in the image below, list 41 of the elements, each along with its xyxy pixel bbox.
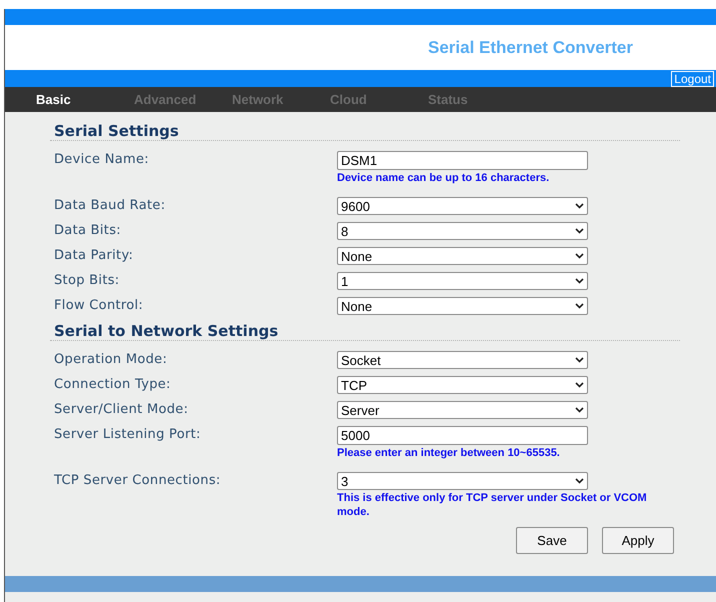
field-label: TCP Server Connections:: [54, 473, 221, 489]
field-label: Operation Mode:: [54, 352, 168, 368]
dropdown[interactable]: Server: [337, 401, 588, 419]
dropdown[interactable]: Socket: [337, 351, 588, 369]
chevron-down-icon: [575, 278, 584, 284]
hint-text: Device name can be up to 16 characters.: [337, 171, 550, 185]
dropdown[interactable]: 3: [337, 472, 588, 490]
field-label: Device Name:: [54, 152, 149, 168]
dropdown[interactable]: 9600: [337, 197, 588, 215]
field-label: Server/Client Mode:: [54, 402, 188, 418]
field-label: Stop Bits:: [54, 273, 120, 289]
hint-text: This is effective only for TCP server under Socket or VCOM mode.: [337, 491, 648, 519]
field-label: Server Listening Port:: [54, 427, 201, 443]
chevron-down-icon: [575, 303, 584, 309]
dropdown[interactable]: None: [337, 297, 588, 315]
chevron-down-icon: [575, 407, 584, 413]
field-label: Connection Type:: [54, 377, 171, 393]
chevron-down-icon: [575, 478, 584, 484]
chevron-down-icon: [575, 253, 584, 259]
text-field[interactable]: 5000: [337, 426, 588, 445]
chevron-down-icon: [575, 203, 584, 209]
section-heading: Serial Settings: [53, 122, 180, 140]
action-button[interactable]: Apply: [602, 527, 674, 554]
field-label: Data Baud Rate:: [54, 198, 166, 214]
text-field[interactable]: DSM1: [337, 151, 588, 170]
action-button[interactable]: Save: [516, 527, 588, 554]
logout-button[interactable]: Logout: [671, 71, 714, 87]
field-label: Flow Control:: [54, 298, 144, 314]
dropdown[interactable]: TCP: [337, 376, 588, 394]
section-heading: Serial to Network Settings: [53, 322, 280, 340]
chevron-down-icon: [575, 228, 584, 234]
hint-text: Please enter an integer between 10~65535.: [337, 446, 561, 460]
field-label: Data Parity:: [54, 248, 134, 264]
chevron-down-icon: [575, 357, 584, 363]
chevron-down-icon: [575, 382, 584, 388]
field-label: Data Bits:: [54, 223, 121, 239]
dropdown[interactable]: None: [337, 247, 588, 265]
app-title: Serial Ethernet Converter: [428, 36, 633, 59]
nav-tab[interactable]: Basic: [36, 90, 134, 110]
dropdown[interactable]: 8: [337, 222, 588, 240]
dropdown[interactable]: 1: [337, 272, 588, 290]
